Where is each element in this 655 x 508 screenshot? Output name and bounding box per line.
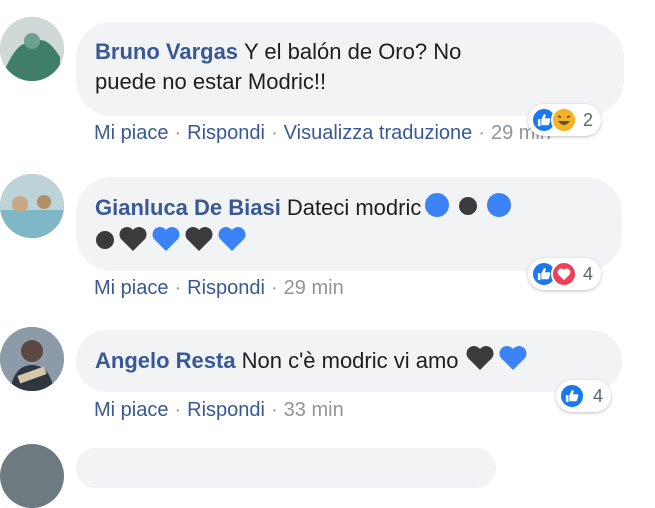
comment-text: Y el balón de Oro? No <box>244 39 462 64</box>
comment-bubble <box>76 448 496 488</box>
blue-circle-icon <box>486 192 512 226</box>
comment-bubble: Gianluca De Biasi Dateci modric <box>76 177 622 271</box>
separator: · <box>174 399 182 421</box>
reactions-summary[interactable]: 4 <box>556 380 612 412</box>
translate-link[interactable]: Visualizza traduzione <box>284 122 473 144</box>
comment-actions: Mi piace · Rispondi · 33 min <box>94 399 344 422</box>
love-icon <box>551 261 577 287</box>
like-icon <box>559 383 585 409</box>
comment-actions: Mi piace · Rispondi · Visualizza traduzione ·… <box>94 122 551 145</box>
blue-heart-icon <box>217 226 247 260</box>
black-circle-icon <box>95 228 115 258</box>
avatar[interactable] <box>0 17 64 81</box>
comment-text-continued: puede no estar Modric!! <box>95 69 327 94</box>
avatar[interactable] <box>0 327 64 391</box>
comment-text: Non c'è modric vi amo <box>241 347 459 373</box>
separator: · <box>174 122 182 144</box>
reactions-summary[interactable]: 2 <box>528 104 602 136</box>
black-circle-icon <box>458 194 478 224</box>
separator: · <box>478 122 485 144</box>
reply-link[interactable]: Rispondi <box>187 277 265 299</box>
timestamp[interactable]: 29 min <box>284 277 344 299</box>
separator: · <box>270 277 278 299</box>
like-link[interactable]: Mi piace <box>94 277 168 299</box>
comment-author[interactable]: Angelo Resta <box>95 348 236 373</box>
separator: · <box>270 122 278 144</box>
comment-actions: Mi piace · Rispondi · 29 min <box>94 277 344 300</box>
blue-heart-icon <box>151 226 181 260</box>
separator: · <box>270 399 278 421</box>
reaction-count: 4 <box>593 385 604 406</box>
avatar[interactable] <box>0 174 64 238</box>
emoji-row <box>95 227 247 254</box>
comment-bubble: Angelo Resta Non c'è modric vi amo <box>76 330 622 392</box>
avatar-image <box>0 17 64 81</box>
blue-heart-icon <box>498 345 528 379</box>
like-link[interactable]: Mi piace <box>94 399 168 421</box>
comment-author[interactable]: Gianluca De Biasi <box>95 195 281 220</box>
separator: · <box>174 277 182 299</box>
black-heart-icon <box>465 345 495 379</box>
reaction-count: 4 <box>583 263 594 284</box>
haha-icon <box>551 107 577 133</box>
black-heart-icon <box>118 226 148 260</box>
avatar-image <box>0 174 64 238</box>
reactions-summary[interactable]: 4 <box>528 258 602 290</box>
comment-text: Dateci modric <box>286 194 422 220</box>
timestamp[interactable]: 33 min <box>284 399 344 421</box>
like-link[interactable]: Mi piace <box>94 122 168 144</box>
avatar[interactable] <box>0 444 64 508</box>
reply-link[interactable]: Rispondi <box>187 399 265 421</box>
blue-circle-icon <box>424 192 450 226</box>
reaction-count: 2 <box>583 109 594 130</box>
comment-author[interactable]: Bruno Vargas <box>95 39 238 64</box>
avatar-image <box>0 327 64 391</box>
comment-bubble: Bruno Vargas Y el balón de Oro? No puede … <box>76 22 624 116</box>
black-heart-icon <box>184 226 214 260</box>
reply-link[interactable]: Rispondi <box>187 122 265 144</box>
